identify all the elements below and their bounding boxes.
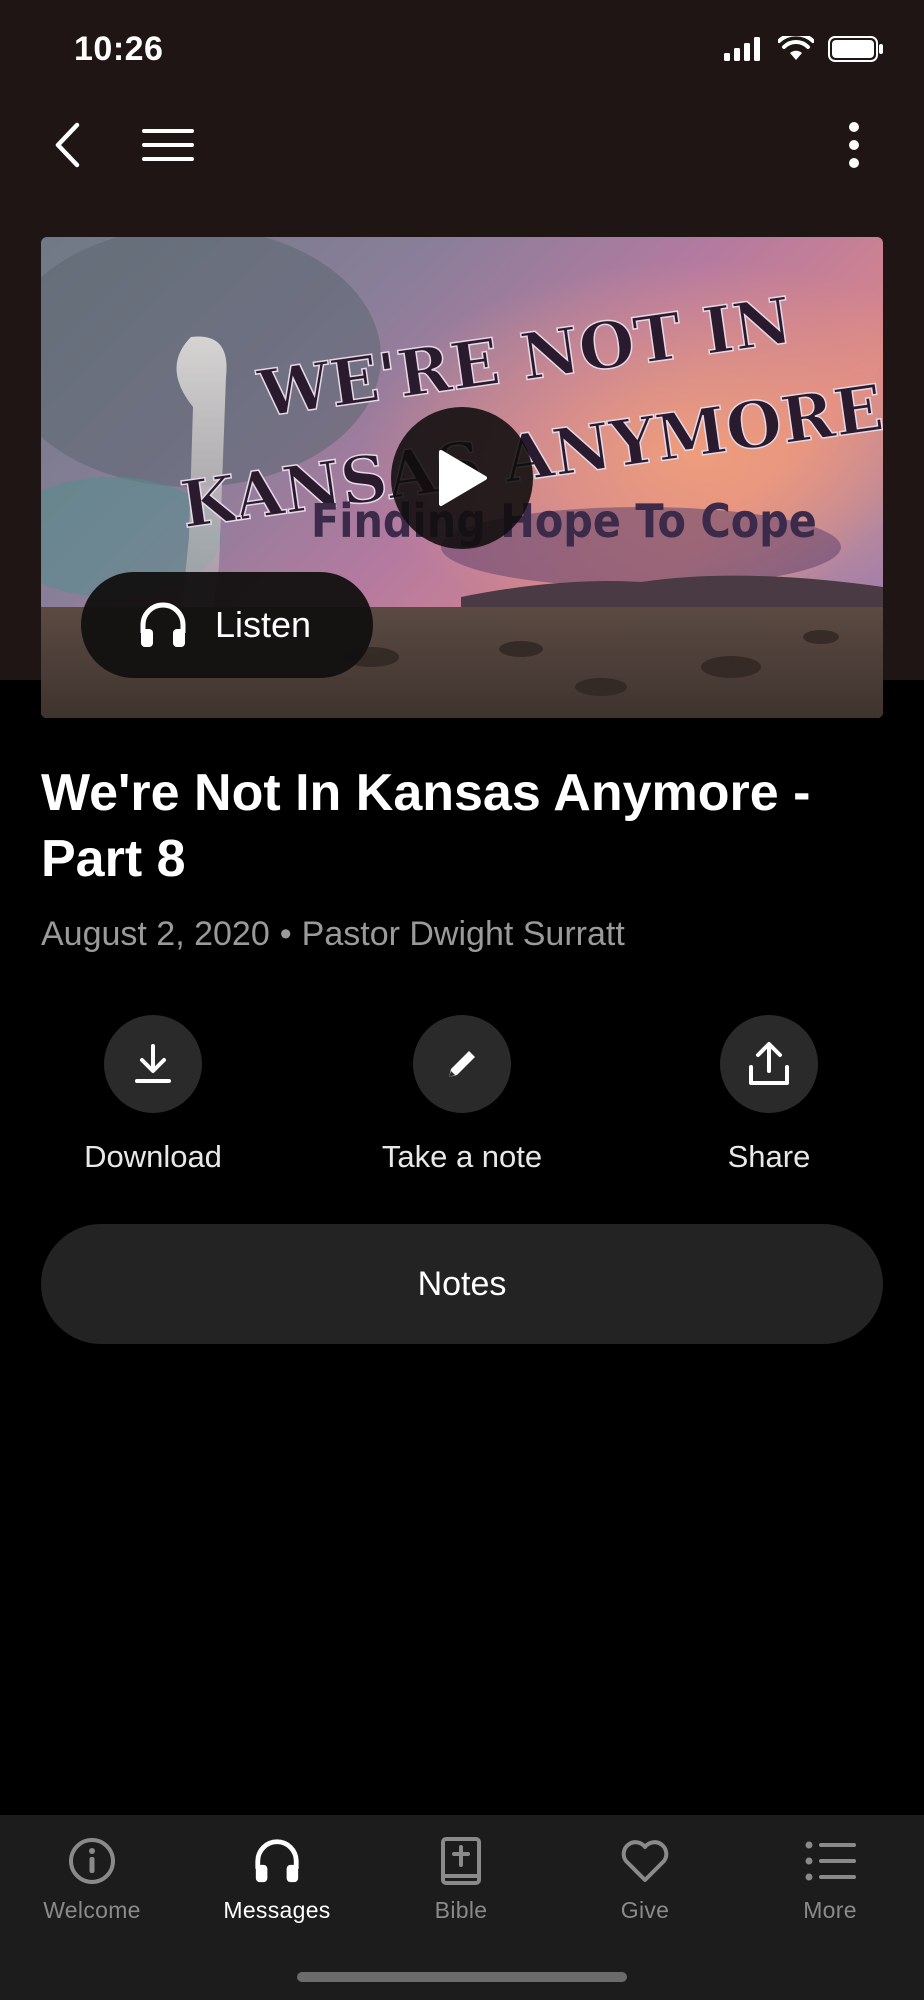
share-label: Share bbox=[727, 1139, 811, 1174]
tab-welcome[interactable]: Welcome bbox=[0, 1833, 184, 1924]
share-action[interactable]: Share bbox=[669, 1015, 869, 1175]
tab-more[interactable]: More bbox=[738, 1833, 922, 1924]
bible-icon bbox=[441, 1837, 481, 1885]
more-options-button[interactable] bbox=[814, 105, 894, 185]
message-meta: August 2, 2020 • Pastor Dwight Surratt bbox=[41, 915, 625, 954]
message-speaker: Pastor Dwight Surratt bbox=[301, 915, 625, 953]
pencil-icon bbox=[449, 1051, 475, 1077]
download-action[interactable]: Download bbox=[53, 1015, 253, 1175]
tab-more-label: More bbox=[803, 1897, 857, 1923]
notes-button[interactable]: Notes bbox=[41, 1224, 883, 1344]
play-button[interactable] bbox=[391, 407, 533, 549]
download-label: Download bbox=[84, 1139, 222, 1174]
listen-label: Listen bbox=[215, 604, 312, 645]
tab-bible-label: Bible bbox=[434, 1897, 488, 1923]
status-icons bbox=[724, 36, 884, 62]
message-date: August 2, 2020 bbox=[41, 915, 270, 953]
status-bar: 10:26 bbox=[0, 0, 924, 100]
status-time: 10:26 bbox=[74, 30, 164, 68]
list-icon bbox=[805, 1841, 856, 1881]
tab-give[interactable]: Give bbox=[553, 1833, 737, 1924]
heart-icon bbox=[621, 1840, 669, 1882]
headphones-icon bbox=[140, 602, 186, 647]
menu-button[interactable] bbox=[128, 105, 208, 185]
headphones-icon bbox=[255, 1839, 299, 1883]
play-icon bbox=[439, 450, 487, 506]
navigation-bar bbox=[0, 105, 924, 185]
info-icon bbox=[69, 1838, 115, 1884]
back-button[interactable] bbox=[28, 105, 108, 185]
hamburger-icon bbox=[142, 129, 194, 161]
wifi-icon bbox=[778, 36, 814, 60]
listen-button[interactable]: Listen bbox=[81, 572, 373, 678]
tab-messages[interactable]: Messages bbox=[185, 1833, 369, 1924]
share-button[interactable] bbox=[720, 1015, 818, 1113]
share-icon bbox=[749, 1042, 789, 1085]
artwork-subtitle: Finding Hope To Cope bbox=[311, 494, 817, 548]
home-indicator bbox=[297, 1972, 627, 1982]
more-vertical-icon bbox=[849, 122, 859, 168]
message-artwork[interactable]: WE'RE NOT IN KANSAS ANYMORE Finding Hope… bbox=[41, 237, 883, 718]
tab-give-label: Give bbox=[620, 1897, 670, 1923]
tab-messages-label: Messages bbox=[223, 1897, 331, 1923]
tab-welcome-label: Welcome bbox=[43, 1897, 141, 1923]
take-note-action[interactable]: Take a note bbox=[362, 1015, 562, 1175]
download-button[interactable] bbox=[104, 1015, 202, 1113]
take-note-button[interactable] bbox=[413, 1015, 511, 1113]
tab-bible[interactable]: Bible bbox=[369, 1833, 553, 1924]
take-note-label: Take a note bbox=[381, 1139, 543, 1174]
download-icon bbox=[135, 1044, 171, 1083]
message-title: We're Not In Kansas Anymore - Part 8 bbox=[41, 764, 811, 888]
meta-separator: • bbox=[279, 915, 292, 953]
battery-icon bbox=[828, 36, 883, 62]
signal-icon bbox=[724, 37, 760, 61]
chevron-left-icon bbox=[55, 122, 80, 168]
